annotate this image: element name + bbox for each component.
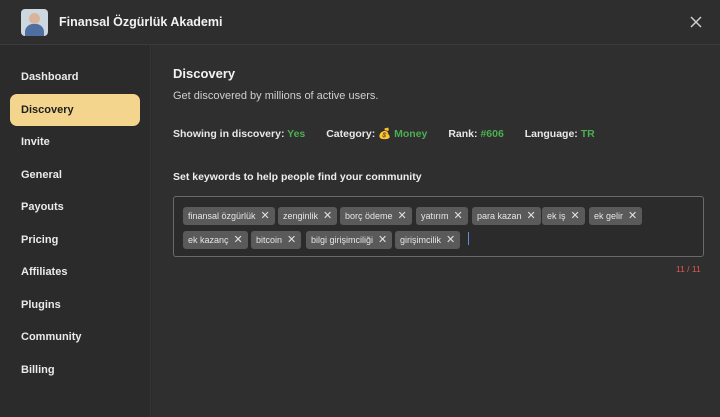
stat-category-value: Money	[394, 128, 428, 140]
keyword-tag: girişimcilik ✕	[395, 231, 461, 249]
discovery-stats: Showing in discovery: Yes Category: 💰 Mo…	[173, 127, 613, 140]
keyword-tag: ek iş ✕	[542, 207, 585, 225]
stat-language-value: TR	[580, 128, 595, 140]
sidebar-item-community[interactable]: Community	[10, 321, 140, 353]
keyword-tag-label: finansal özgürlük	[188, 211, 256, 221]
keyword-tag: bilgi girişimciliği ✕	[306, 231, 393, 249]
keyword-tag: borç ödeme ✕	[340, 207, 412, 225]
avatar-body	[25, 24, 44, 36]
sidebar: Dashboard Discovery Invite General Payou…	[0, 45, 151, 417]
remove-tag-icon[interactable]: ✕	[527, 207, 536, 225]
keywords-heading: Set keywords to help people find your co…	[173, 171, 422, 183]
stat-category: Category: 💰 Money	[326, 128, 430, 140]
keyword-tag-label: zenginlik	[283, 211, 319, 221]
stat-language: Language: TR	[525, 128, 595, 140]
page-subtitle: Get discovered by millions of active use…	[173, 90, 379, 102]
keyword-tag: zenginlik ✕	[278, 207, 338, 225]
remove-tag-icon[interactable]: ✕	[398, 207, 407, 225]
keyword-tag: para kazan ✕	[472, 207, 541, 225]
keyword-tag-label: para kazan	[477, 211, 522, 221]
sidebar-item-billing[interactable]: Billing	[10, 354, 140, 386]
stat-showing: Showing in discovery: Yes	[173, 128, 308, 140]
keyword-tag-label: girişimcilik	[400, 235, 441, 245]
remove-tag-icon[interactable]: ✕	[454, 207, 463, 225]
keyword-tag-label: bitcoin	[256, 235, 283, 245]
stat-showing-value: Yes	[287, 128, 306, 140]
top-bar: Finansal Özgürlük Akademi	[0, 0, 720, 45]
text-cursor	[468, 232, 469, 245]
sidebar-item-invite[interactable]: Invite	[10, 126, 140, 158]
close-icon[interactable]	[689, 15, 703, 29]
sidebar-item-pricing[interactable]: Pricing	[10, 224, 140, 256]
stat-rank-value: #606	[480, 128, 504, 140]
keyword-tag: finansal özgürlük ✕	[183, 207, 275, 225]
sidebar-item-general[interactable]: General	[10, 159, 140, 191]
remove-tag-icon[interactable]: ✕	[446, 231, 455, 249]
remove-tag-icon[interactable]: ✕	[628, 207, 637, 225]
remove-tag-icon[interactable]: ✕	[323, 207, 332, 225]
remove-tag-icon[interactable]: ✕	[287, 231, 296, 249]
remove-tag-icon[interactable]: ✕	[378, 231, 387, 249]
stat-rank: Rank: #606	[448, 128, 506, 140]
sidebar-item-affiliates[interactable]: Affiliates	[10, 256, 140, 288]
keyword-tag: ek kazanç ✕	[183, 231, 248, 249]
sidebar-item-plugins[interactable]: Plugins	[10, 289, 140, 321]
keyword-tag: ek gelir ✕	[589, 207, 643, 225]
remove-tag-icon[interactable]: ✕	[571, 207, 580, 225]
remove-tag-icon[interactable]: ✕	[261, 207, 270, 225]
keyword-counter: 11 / 11	[676, 264, 701, 274]
stat-showing-label: Showing in discovery:	[173, 128, 285, 140]
stat-category-label: Category:	[326, 128, 376, 140]
keyword-tag-label: ek iş	[547, 211, 566, 221]
keyword-tag: yatırım ✕	[416, 207, 468, 225]
sidebar-item-dashboard[interactable]: Dashboard	[10, 61, 140, 93]
keyword-tag: bitcoin ✕	[251, 231, 302, 249]
main-panel: Discovery Get discovered by millions of …	[152, 45, 720, 417]
keyword-tag-label: ek gelir	[594, 211, 624, 221]
money-bag-icon: 💰	[378, 128, 392, 140]
stat-language-label: Language:	[524, 128, 578, 140]
keyword-tag-label: ek kazanç	[188, 235, 229, 245]
sidebar-item-discovery[interactable]: Discovery	[10, 94, 140, 126]
community-avatar	[21, 9, 48, 36]
avatar-head	[29, 13, 40, 24]
app-title: Finansal Özgürlük Akademi	[59, 15, 223, 29]
page-title: Discovery	[173, 66, 236, 81]
sidebar-item-payouts[interactable]: Payouts	[10, 191, 140, 223]
stat-rank-label: Rank:	[448, 128, 478, 140]
remove-tag-icon[interactable]: ✕	[234, 231, 243, 249]
keyword-tag-label: yatırım	[421, 211, 449, 221]
keyword-tag-label: borç ödeme	[345, 211, 393, 221]
keyword-tag-label: bilgi girişimciliği	[311, 235, 374, 245]
keywords-input[interactable]: finansal özgürlük ✕ zenginlik ✕ borç ödeme…	[173, 196, 704, 257]
